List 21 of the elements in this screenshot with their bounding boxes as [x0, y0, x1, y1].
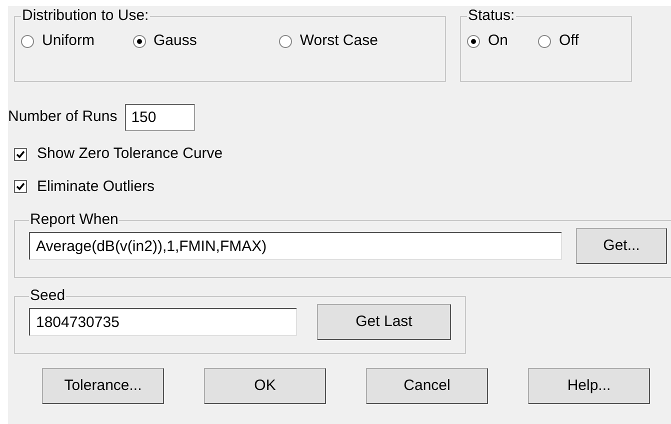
checkbox-option[interactable]: Eliminate Outliers: [14, 176, 155, 198]
input-field[interactable]: 1804730735: [29, 308, 297, 336]
dialog-button[interactable]: Get Last: [317, 304, 451, 340]
radio-option[interactable]: Gauss: [132, 30, 197, 52]
group-label: Seed: [29, 288, 66, 304]
dialog-button[interactable]: Get...: [576, 228, 667, 264]
field-label: Number of Runs: [8, 107, 118, 128]
radio-option[interactable]: Worst Case: [278, 30, 378, 52]
dialog-button[interactable]: Tolerance...: [42, 368, 164, 404]
radio-option[interactable]: Off: [538, 30, 579, 52]
input-field[interactable]: 150: [125, 104, 196, 131]
group-label: Distribution to Use:: [21, 8, 150, 24]
dialog-button[interactable]: Help...: [528, 368, 650, 404]
dialog-button[interactable]: OK: [204, 368, 326, 404]
radio-option[interactable]: On: [467, 30, 508, 52]
group-label: Report When: [29, 212, 120, 228]
radio-option[interactable]: Uniform: [21, 30, 95, 52]
checkbox-option[interactable]: Show Zero Tolerance Curve: [14, 143, 223, 166]
input-field[interactable]: Average(dB(v(in2)),1,FMIN,FMAX): [29, 232, 562, 260]
dialog-button[interactable]: Cancel: [366, 368, 488, 404]
group-label: Status:: [467, 8, 516, 24]
